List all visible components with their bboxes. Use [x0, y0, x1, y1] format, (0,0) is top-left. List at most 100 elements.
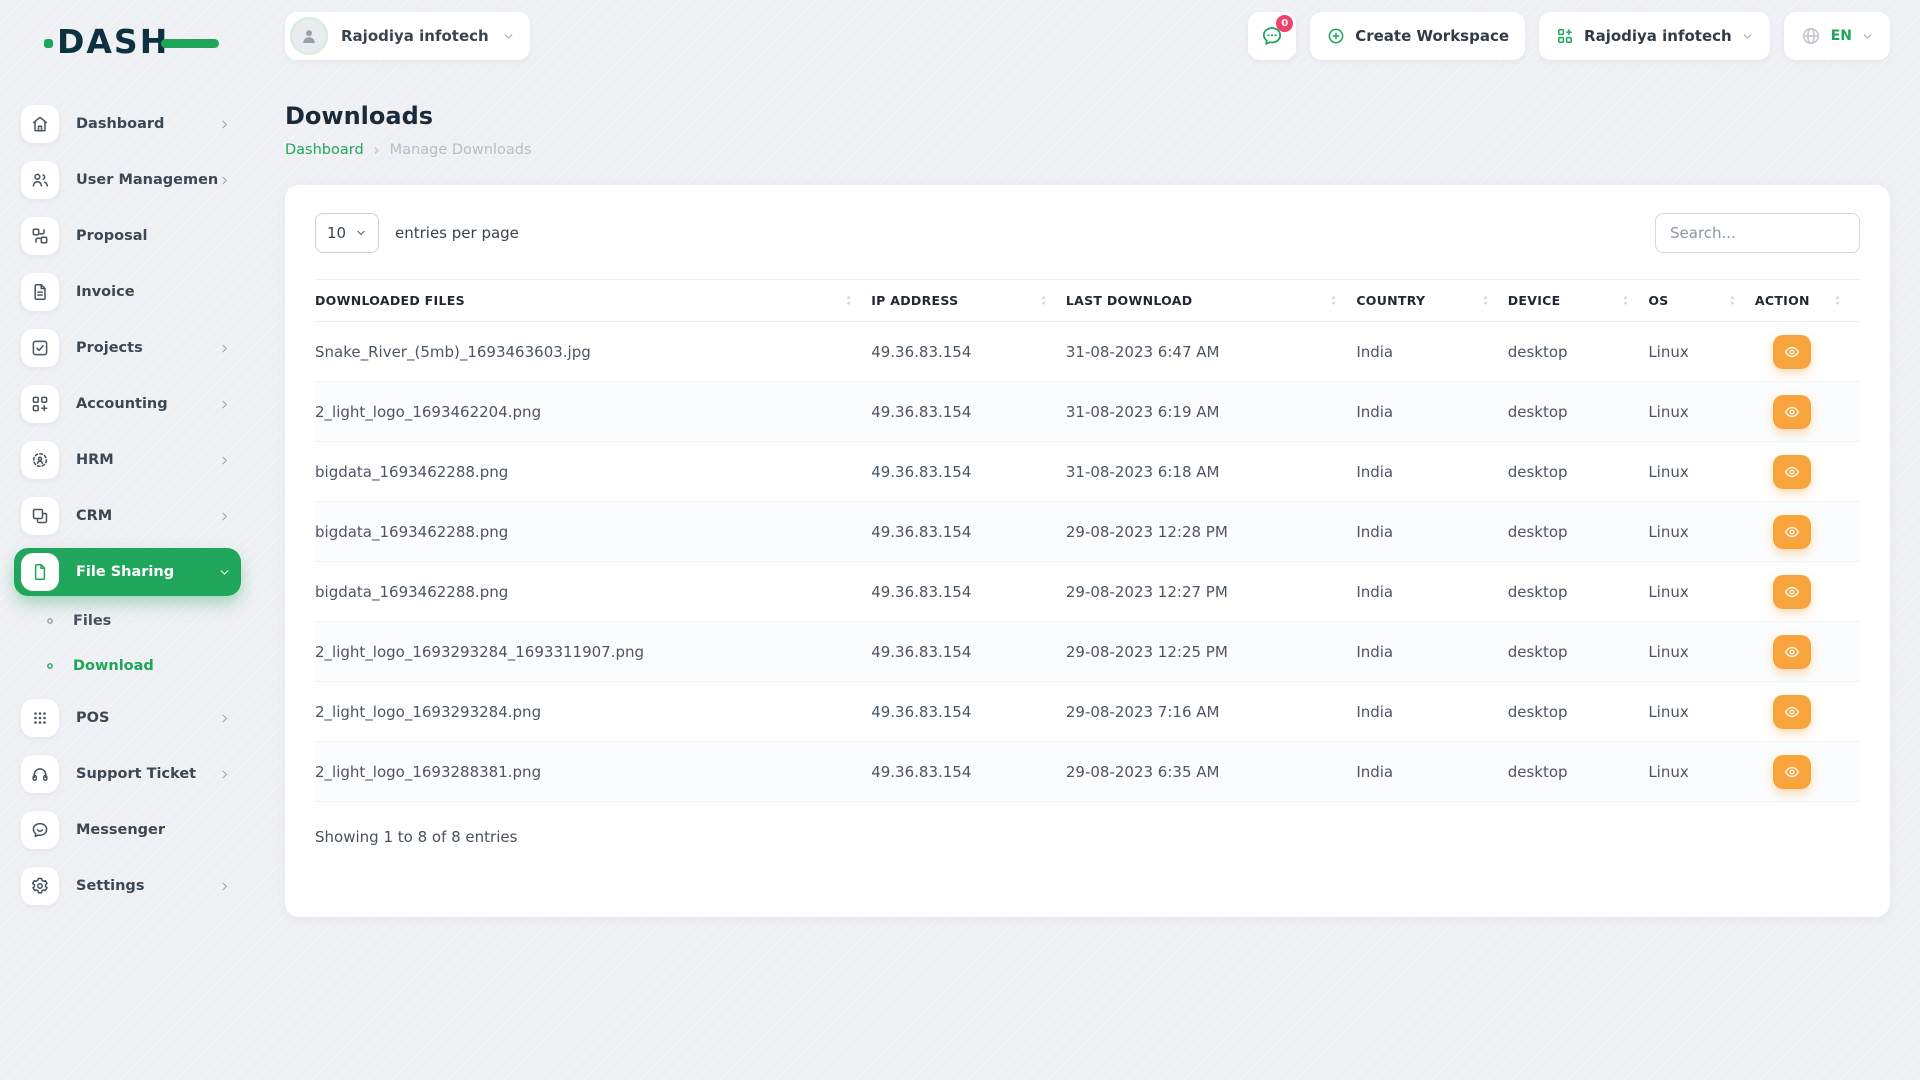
- cell-ip: 49.36.83.154: [871, 742, 1066, 802]
- view-download-button[interactable]: [1773, 755, 1811, 789]
- settings-iconbox: [21, 867, 59, 905]
- cell-action: [1755, 382, 1860, 442]
- sidebar-item-support-ticket[interactable]: Support Ticket: [14, 750, 241, 798]
- company-menu[interactable]: Rajodiya infotech: [1539, 12, 1770, 60]
- view-download-button[interactable]: [1773, 695, 1811, 729]
- chevron-down-icon: [218, 566, 231, 579]
- column-header-ip-address[interactable]: IP ADDRESS: [871, 280, 1066, 322]
- column-label: DOWNLOADED FILES: [315, 293, 465, 308]
- table-row: 2_light_logo_1693288381.png49.36.83.1542…: [315, 742, 1860, 802]
- sidebar-item-label: HRM: [76, 452, 218, 468]
- logo-text: DASH: [57, 22, 169, 61]
- chevron-right-icon: [218, 768, 231, 781]
- downloads-table: DOWNLOADED FILES IP ADDRESS LAST DOWNLOADC…: [315, 279, 1860, 802]
- language-selector[interactable]: EN: [1784, 12, 1890, 60]
- cell-country: India: [1356, 562, 1507, 622]
- sidebar-item-user-management[interactable]: User Management: [14, 156, 241, 204]
- cell-action: [1755, 322, 1860, 382]
- chevron-right-icon: [218, 712, 231, 725]
- create-workspace-label: Create Workspace: [1355, 27, 1509, 45]
- circle-dot-icon: [44, 660, 56, 672]
- cell-last: 31-08-2023 6:18 AM: [1066, 442, 1356, 502]
- cell-action: [1755, 502, 1860, 562]
- topbar-actions: 0 Create Workspace Rajodiya infotech EN: [1248, 12, 1890, 60]
- company-name: Rajodiya infotech: [1584, 27, 1732, 45]
- sidebar-item-projects[interactable]: Projects: [14, 324, 241, 372]
- sidebar-item-pos[interactable]: POS: [14, 694, 241, 742]
- cell-action: [1755, 442, 1860, 502]
- avatar: [290, 17, 328, 55]
- grid-plus-icon: [1555, 26, 1575, 46]
- cell-ip: 49.36.83.154: [871, 382, 1066, 442]
- page-content: Downloads Dashboard › Manage Downloads 1…: [285, 102, 1890, 917]
- table-controls: 10 entries per page: [315, 213, 1860, 253]
- sidebar-item-messenger[interactable]: Messenger: [14, 806, 241, 854]
- home-icon: [30, 114, 50, 134]
- view-download-button[interactable]: [1773, 635, 1811, 669]
- workspace-selector[interactable]: Rajodiya infotech: [285, 12, 530, 60]
- file-sharing-icon: [30, 562, 50, 582]
- pos-iconbox: [21, 699, 59, 737]
- cell-os: Linux: [1648, 742, 1755, 802]
- cell-last: 29-08-2023 12:27 PM: [1066, 562, 1356, 622]
- table-summary: Showing 1 to 8 of 8 entries: [315, 828, 1860, 846]
- view-download-button[interactable]: [1773, 455, 1811, 489]
- projects-iconbox: [21, 329, 59, 367]
- sidebar-item-crm[interactable]: CRM: [14, 492, 241, 540]
- sidebar-item-label: File Sharing: [76, 564, 218, 580]
- sidebar-item-label: Invoice: [76, 284, 231, 300]
- column-header-action[interactable]: ACTION: [1755, 280, 1860, 322]
- cell-last: 29-08-2023 12:28 PM: [1066, 502, 1356, 562]
- sidebar-item-invoice[interactable]: Invoice: [14, 268, 241, 316]
- sidebar-item-file-sharing[interactable]: File Sharing: [14, 548, 241, 596]
- view-download-button[interactable]: [1773, 515, 1811, 549]
- column-header-last-download[interactable]: LAST DOWNLOAD: [1066, 280, 1356, 322]
- chevron-right-icon: [218, 118, 231, 131]
- breadcrumb-separator: ›: [374, 141, 380, 159]
- cell-action: [1755, 562, 1860, 622]
- sidebar-item-proposal[interactable]: Proposal: [14, 212, 241, 260]
- pos-icon: [30, 708, 50, 728]
- entries-per-page-select[interactable]: 10: [315, 213, 379, 253]
- sidebar-item-settings[interactable]: Settings: [14, 862, 241, 910]
- cell-ip: 49.36.83.154: [871, 322, 1066, 382]
- cell-file: 2_light_logo_1693293284.png: [315, 682, 871, 742]
- cell-country: India: [1356, 382, 1507, 442]
- sidebar-item-accounting[interactable]: Accounting: [14, 380, 241, 428]
- column-header-os[interactable]: OS: [1648, 280, 1755, 322]
- cell-country: India: [1356, 322, 1507, 382]
- cell-last: 31-08-2023 6:19 AM: [1066, 382, 1356, 442]
- table-row: 2_light_logo_1693293284_1693311907.png49…: [315, 622, 1860, 682]
- sidebar-item-hrm[interactable]: HRM: [14, 436, 241, 484]
- column-header-device[interactable]: DEVICE: [1508, 280, 1649, 322]
- search-input[interactable]: [1655, 213, 1860, 253]
- column-header-country[interactable]: COUNTRY: [1356, 280, 1507, 322]
- sidebar-subitem-files[interactable]: Files: [14, 601, 241, 641]
- cell-device: desktop: [1508, 382, 1649, 442]
- brand-logo[interactable]: DASH: [57, 20, 207, 64]
- sidebar-item-label: Messenger: [76, 822, 231, 838]
- sidebar-subitem-label: Download: [73, 658, 154, 674]
- sidebar-subitem-download[interactable]: Download: [14, 646, 241, 686]
- table-row: bigdata_1693462288.png49.36.83.15429-08-…: [315, 502, 1860, 562]
- chevron-right-icon: [218, 510, 231, 523]
- workspace-name: Rajodiya infotech: [341, 27, 489, 45]
- sort-icon: [1726, 294, 1739, 307]
- view-download-button[interactable]: [1773, 395, 1811, 429]
- logo-dash-bar: [161, 39, 219, 48]
- sidebar-item-dashboard[interactable]: Dashboard: [14, 100, 241, 148]
- messages-button[interactable]: 0: [1248, 12, 1296, 60]
- view-download-button[interactable]: [1773, 575, 1811, 609]
- column-label: COUNTRY: [1356, 293, 1425, 308]
- create-workspace-button[interactable]: Create Workspace: [1310, 12, 1525, 60]
- breadcrumb-dashboard-link[interactable]: Dashboard: [285, 142, 364, 158]
- cell-action: [1755, 622, 1860, 682]
- column-header-downloaded-files[interactable]: DOWNLOADED FILES: [315, 280, 871, 322]
- hrm-icon: [30, 450, 50, 470]
- view-download-button[interactable]: [1773, 335, 1811, 369]
- home-iconbox: [21, 105, 59, 143]
- language-code: EN: [1831, 28, 1852, 44]
- page-title: Downloads: [285, 102, 1890, 130]
- sidebar-item-label: POS: [76, 710, 218, 726]
- column-label: IP ADDRESS: [871, 293, 958, 308]
